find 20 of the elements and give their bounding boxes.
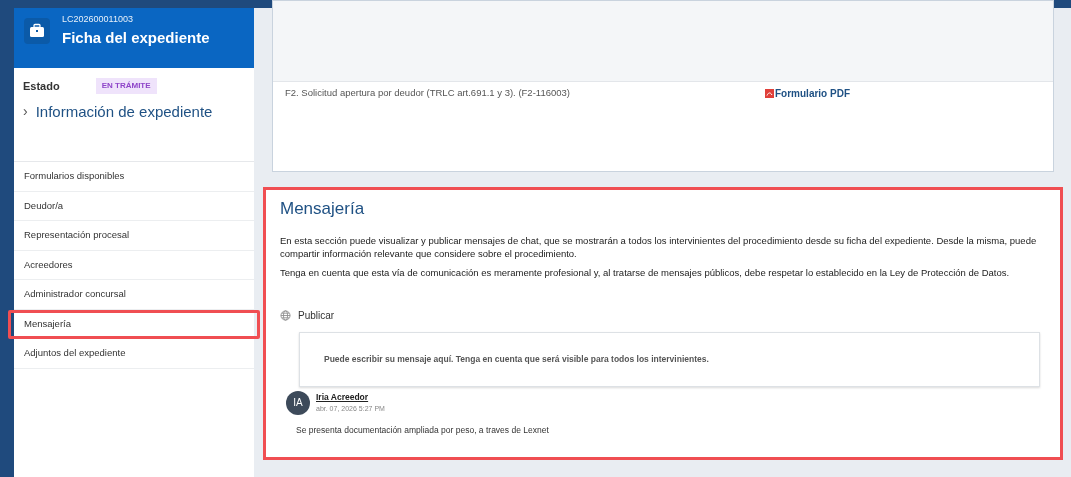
info-paragraph: En esta sección puede visualizar y publicar mensajes de chat, que se mostrarán a todos los intervinientes del procedimiento desde su ficha del expediente. Desde la misma, puede compartir información relevante que considere sobre el procedimiento. — [280, 233, 1038, 260]
section-title: Mensajería — [280, 198, 366, 220]
publish-label: Publicar — [298, 308, 335, 323]
sidebar-item[interactable]: Mensajería — [8, 309, 260, 339]
chevron-icon: › — [23, 101, 28, 123]
form-name: F2. Solicitud apertura por deudor (TRLC art.691.1 y 3). (F2-116003) — [285, 86, 571, 101]
status-badge: EN TRÁMITE — [95, 78, 157, 95]
avatar: IA — [286, 390, 310, 415]
case-number: LC202600011003 — [62, 13, 134, 26]
globe-icon — [280, 309, 291, 321]
message-text: Se presenta documentación ampliada por peso, a traves de Lexnet — [296, 423, 550, 437]
page-title: Ficha del expediente — [62, 27, 210, 48]
case-info-link[interactable]: Información de expediente — [35, 100, 213, 123]
author-link[interactable]: Iria Acreedor — [316, 390, 385, 404]
briefcase-icon — [24, 18, 50, 44]
message-input[interactable]: Puede escribir su mensaje aquí. Tenga en cuenta que será visible para todos los intervinientes. — [299, 331, 1040, 387]
status-label: Estado — [23, 79, 60, 94]
pdf-link[interactable]: Formulario PDF — [775, 86, 850, 101]
pdf-icon — [765, 89, 774, 98]
info-paragraph: Tenga en cuenta que esta vía de comunicación es meramente profesional y, al tratarse de mensajes públicos, debe respetar lo establecido en la Ley de Protección de Datos. — [280, 265, 1011, 279]
